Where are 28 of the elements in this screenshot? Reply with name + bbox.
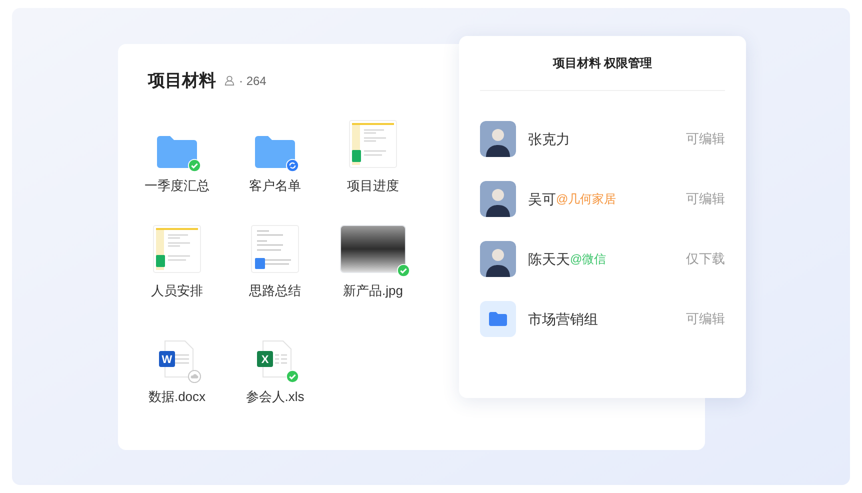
spreadsheet-thumbnail-icon [349, 120, 397, 168]
document-thumbnail-icon [251, 225, 299, 273]
folder-icon [255, 136, 295, 168]
avatar-silhouette [480, 241, 516, 277]
file-name[interactable]: 客户名单 [249, 176, 301, 195]
folder-avatar [480, 301, 516, 337]
spreadsheet-thumbnail-icon [153, 225, 201, 273]
member-name: 市场营销组 [528, 310, 598, 328]
file-name[interactable]: 数据.docx [148, 386, 206, 406]
file-name[interactable]: 项目进度 [347, 176, 399, 195]
member-name: 吴可 [528, 190, 556, 208]
member-tag: @几何家居 [556, 190, 616, 208]
file-name[interactable]: 参会人.xls [246, 386, 304, 406]
member-name: 张克力 [528, 130, 570, 148]
folder-icon [157, 136, 197, 168]
member-icon [224, 75, 235, 86]
file-name[interactable]: 一季度汇总 [144, 176, 210, 195]
member-name: 陈天天 [528, 250, 570, 268]
avatar-silhouette [480, 181, 516, 217]
file-name[interactable]: 思路总结 [249, 281, 301, 300]
folder-title: 项目材料 [148, 70, 216, 92]
avatar-silhouette [480, 121, 516, 157]
panel-title: 项目材料 权限管理 [552, 36, 652, 91]
member-count: · 264 [239, 72, 266, 90]
photo-placeholder [340, 225, 406, 273]
file-name[interactable]: 新产品.jpg [343, 281, 403, 300]
file-name[interactable]: 人员安排 [151, 281, 203, 300]
member-tag: @微信 [570, 250, 606, 268]
